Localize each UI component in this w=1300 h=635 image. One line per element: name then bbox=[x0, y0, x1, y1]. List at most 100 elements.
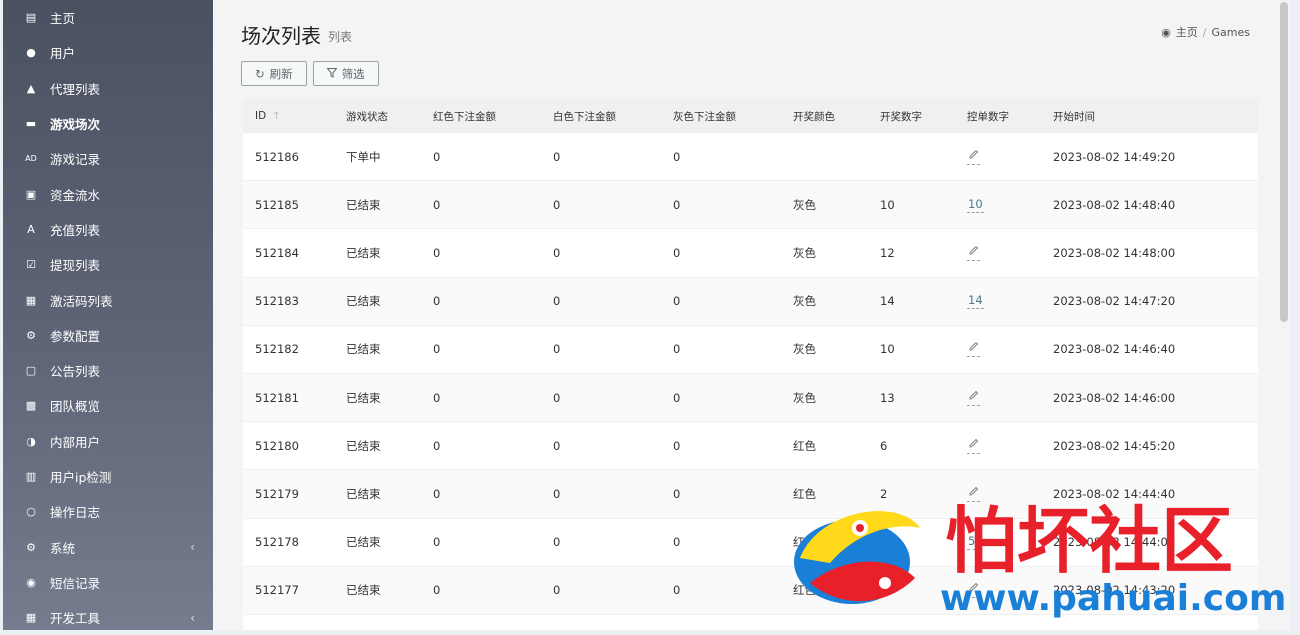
compass-icon: ▲ bbox=[26, 81, 36, 95]
sidebar-item-11[interactable]: ▩ 团队概览 bbox=[3, 388, 213, 423]
sidebar-item-label: 提现列表 bbox=[50, 258, 101, 274]
gear-icon: ⚙ bbox=[26, 540, 36, 554]
scrollbar-thumb[interactable] bbox=[1280, 2, 1288, 322]
table-cell-status: 已结束 bbox=[346, 438, 381, 453]
table-cell-red: 0 bbox=[433, 535, 441, 550]
table-cell-status: 已结束 bbox=[346, 583, 381, 598]
table-cell-num: 6 bbox=[880, 438, 888, 453]
table-cell-id: 512185 bbox=[255, 197, 299, 212]
table-cell-status: 已结束 bbox=[346, 342, 381, 357]
sidebar-item-label: 主页 bbox=[50, 11, 76, 27]
table-cell-status: 已结束 bbox=[346, 486, 381, 501]
sidebar-item-13[interactable]: ▥ 用户ip检测 bbox=[3, 459, 213, 494]
sidebar-item-label: 内部用户 bbox=[50, 434, 101, 450]
table-cell-id: 512184 bbox=[255, 245, 299, 260]
sidebar-item-label: 公告列表 bbox=[50, 364, 101, 380]
table-cell-num: 10 bbox=[880, 197, 895, 212]
table-cell-status: 下单中 bbox=[346, 149, 381, 164]
table-cell-color: 灰色 bbox=[793, 342, 816, 357]
table-cell-time: 2023-08-02 14:46:40 bbox=[1053, 342, 1176, 357]
refresh-icon: ↻ bbox=[255, 66, 265, 81]
pencil-edit-icon[interactable] bbox=[967, 438, 980, 454]
sidebar-item-8[interactable]: ▦ 激活码列表 bbox=[3, 282, 213, 317]
column-header-label: 游戏状态 bbox=[346, 110, 388, 123]
table-cell-ctrl bbox=[967, 149, 1053, 165]
refresh-button[interactable]: ↻ 刷新 bbox=[241, 61, 307, 86]
chevron-left-icon: ‹ bbox=[190, 540, 195, 555]
table-cell-time: 2023-08-02 14:47:20 bbox=[1053, 294, 1176, 309]
table-cell-ctrl bbox=[967, 390, 1053, 406]
pencil-edit-icon[interactable] bbox=[967, 390, 980, 406]
table-cell-ctrl: 10 bbox=[967, 197, 1053, 213]
table-cell-id: 512186 bbox=[255, 149, 299, 164]
sidebar-item-label: 资金流水 bbox=[50, 187, 101, 203]
table-cell-gray: 0 bbox=[673, 245, 681, 260]
filter-button[interactable]: 筛选 bbox=[312, 61, 379, 86]
sidebar-item-4[interactable]: AD 游戏记录 bbox=[3, 141, 213, 176]
sidebar-item-3[interactable]: ▬ 游戏场次 bbox=[3, 106, 213, 141]
font-icon: A bbox=[27, 222, 35, 236]
column-header-label: ID bbox=[255, 110, 267, 122]
table-cell-color: 灰色 bbox=[793, 245, 816, 260]
sidebar-item-5[interactable]: ▣ 资金流水 bbox=[3, 176, 213, 211]
column-header: 开奖颜色 bbox=[793, 109, 880, 124]
sidebar-item-10[interactable]: ▢ 公告列表 bbox=[3, 353, 213, 388]
watermark-logo: 怕坏社区 www.pahuai.com bbox=[794, 499, 1286, 618]
ad-icon: AD bbox=[25, 154, 37, 164]
column-header[interactable]: ID ↑ bbox=[243, 110, 346, 122]
sidebar-item-2[interactable]: ▲ 代理列表 bbox=[3, 71, 213, 106]
table-cell-gray: 0 bbox=[673, 149, 681, 164]
pencil-edit-icon[interactable] bbox=[967, 149, 980, 165]
column-header-label: 开奖颜色 bbox=[793, 110, 835, 123]
filter-label: 筛选 bbox=[341, 66, 365, 81]
page-subtitle: 列表 bbox=[328, 30, 353, 44]
sidebar-item-7[interactable]: ☑ 提现列表 bbox=[3, 247, 213, 282]
table-cell-time: 2023-08-02 14:46:00 bbox=[1053, 390, 1176, 405]
breadcrumb-separator: / bbox=[1202, 25, 1207, 39]
table-cell-id: 512181 bbox=[255, 390, 299, 405]
table-cell-gray: 0 bbox=[673, 438, 681, 453]
column-header-label: 控单数字 bbox=[967, 110, 1009, 123]
table-cell-white: 0 bbox=[553, 583, 561, 598]
control-number-edit[interactable]: 14 bbox=[967, 293, 984, 310]
column-header-label: 开始时间 bbox=[1053, 110, 1095, 123]
sidebar-item-6[interactable]: A 充值列表 bbox=[3, 212, 213, 247]
sort-arrow-icon[interactable]: ↑ bbox=[272, 111, 280, 122]
table-cell-color: 灰色 bbox=[793, 294, 816, 309]
pencil-edit-icon[interactable] bbox=[967, 341, 980, 358]
table-cell-num: 14 bbox=[880, 294, 895, 309]
fish-logo-icon bbox=[794, 511, 920, 604]
control-number-edit[interactable]: 10 bbox=[967, 197, 984, 213]
table-cell-time: 2023-08-02 14:49:20 bbox=[1053, 149, 1176, 164]
table-cell-num: 13 bbox=[880, 390, 895, 405]
sidebar-item-1[interactable]: ● 用户 bbox=[3, 35, 213, 70]
table-cell-time: 2023-08-02 14:48:00 bbox=[1053, 245, 1176, 260]
keyboard-icon: ▦ bbox=[25, 293, 37, 307]
table-cell-red: 0 bbox=[433, 149, 441, 164]
column-header-label: 开奖数字 bbox=[880, 110, 922, 123]
sidebar-item-0[interactable]: ▤ 主页 bbox=[3, 0, 213, 35]
sidebar-item-9[interactable]: ⚙ 参数配置 bbox=[3, 318, 213, 353]
sidebar-item-label: 参数配置 bbox=[50, 328, 101, 344]
column-header: 开奖数字 bbox=[880, 109, 967, 124]
table-cell-gray: 0 bbox=[673, 583, 681, 598]
sidebar: ▤ 主页 ● 用户 ▲ 代理列表 ▬ 游戏场次 AD 游戏记录 ▣ 资金流水 A 充值列表 ☑ 提现列表 ▦ 激活… bbox=[3, 0, 213, 630]
table-cell-status: 已结束 bbox=[346, 197, 381, 212]
column-header: 灰色下注金额 bbox=[673, 109, 793, 124]
pencil-edit-icon[interactable] bbox=[967, 245, 980, 261]
sidebar-item-14[interactable]: ○ 操作日志 bbox=[3, 494, 213, 529]
table-cell-white: 0 bbox=[553, 438, 561, 453]
table-cell-id: 512179 bbox=[255, 486, 299, 501]
table-cell-gray: 0 bbox=[673, 197, 681, 212]
table-cell-status: 已结束 bbox=[346, 294, 381, 309]
table-cell-id: 512182 bbox=[255, 342, 299, 357]
table-cell-red: 0 bbox=[433, 294, 441, 309]
table-cell-white: 0 bbox=[553, 486, 561, 501]
table-cell-gray: 0 bbox=[673, 342, 681, 357]
dashboard-icon: ◉ bbox=[1161, 25, 1171, 39]
sidebar-item-15[interactable]: ⚙ 系统 ‹ bbox=[3, 529, 213, 564]
sidebar-item-12[interactable]: ◑ 内部用户 bbox=[3, 424, 213, 459]
table-row: 512185 已结束 0 0 0 灰色 10 10 2023-08-02 14:48:40 bbox=[243, 181, 1258, 230]
breadcrumb-home[interactable]: 主页 bbox=[1176, 24, 1198, 40]
sidebar-item-16[interactable]: ◉ 短信记录 bbox=[3, 565, 213, 600]
